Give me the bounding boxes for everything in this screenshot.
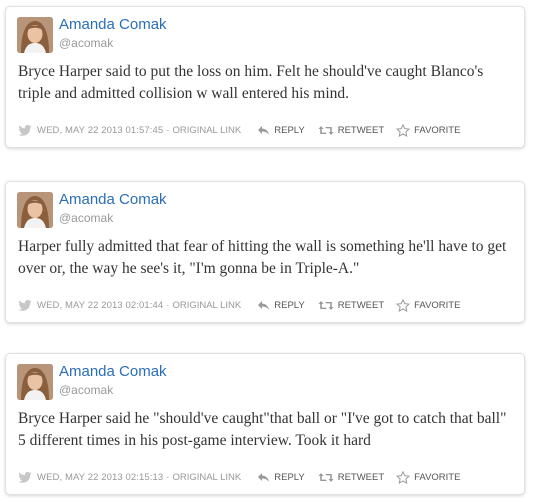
favorite-label: FAVORITE bbox=[414, 299, 461, 311]
author-handle: @acomak bbox=[59, 36, 114, 50]
reply-icon bbox=[258, 125, 270, 135]
favorite-button[interactable]: FAVORITE bbox=[396, 298, 461, 312]
author-name[interactable]: Amanda Comak bbox=[59, 16, 167, 33]
bird-icon bbox=[18, 124, 32, 136]
author-handle: @acomak bbox=[59, 383, 114, 397]
author-name[interactable]: Amanda Comak bbox=[59, 191, 167, 208]
tweet-text: Bryce Harper said he "should've caught"t… bbox=[18, 410, 507, 449]
tweet-card: Amanda Comak @acomak Bryce Harper said h… bbox=[5, 353, 525, 495]
retweet-label: RETWEET bbox=[337, 471, 385, 483]
bird-icon bbox=[18, 299, 32, 311]
separator: · bbox=[166, 299, 170, 311]
tweet-card: Amanda Comak @acomak Bryce Harper said t… bbox=[5, 6, 525, 148]
reply-icon bbox=[258, 472, 270, 482]
separator: · bbox=[166, 124, 170, 136]
reply-icon bbox=[258, 300, 270, 310]
star-icon bbox=[396, 298, 411, 312]
retweet-label: RETWEET bbox=[337, 124, 385, 136]
original-link[interactable]: ORIGINAL LINK bbox=[172, 125, 241, 136]
timestamp: WED, MAY 22 2013 02:01:44 bbox=[37, 299, 164, 311]
retweet-button[interactable]: RETWEET bbox=[318, 125, 384, 136]
avatar[interactable] bbox=[17, 17, 53, 53]
tweet-text: Bryce Harper said to put the loss on him… bbox=[18, 63, 484, 102]
original-link[interactable]: ORIGINAL LINK bbox=[172, 472, 241, 483]
timestamp: WED, MAY 22 2013 02:15:13 bbox=[37, 471, 164, 483]
reply-label: REPLY bbox=[274, 124, 305, 136]
author-handle: @acomak bbox=[59, 211, 114, 225]
tweet-meta: WED, MAY 22 2013 02:15:13 · ORIGINAL LIN… bbox=[18, 470, 460, 484]
retweet-button[interactable]: RETWEET bbox=[318, 300, 384, 311]
tweet-card: Amanda Comak @acomak Harper fully admitt… bbox=[5, 181, 525, 323]
favorite-button[interactable]: FAVORITE bbox=[396, 123, 461, 137]
retweet-button[interactable]: RETWEET bbox=[318, 472, 384, 483]
reply-button[interactable]: REPLY bbox=[257, 124, 305, 136]
star-icon bbox=[396, 123, 411, 137]
tweet-meta: WED, MAY 22 2013 01:57:45 · ORIGINAL LIN… bbox=[18, 123, 460, 137]
bird-icon bbox=[18, 471, 32, 483]
separator: · bbox=[166, 471, 170, 483]
retweet-icon bbox=[318, 125, 334, 135]
star-icon bbox=[396, 470, 411, 484]
reply-label: REPLY bbox=[274, 299, 305, 311]
favorite-label: FAVORITE bbox=[414, 471, 461, 483]
avatar[interactable] bbox=[17, 192, 53, 228]
timestamp: WED, MAY 22 2013 01:57:45 bbox=[37, 124, 164, 136]
author-name[interactable]: Amanda Comak bbox=[59, 363, 167, 380]
tweet-text: Harper fully admitted that fear of hitti… bbox=[18, 238, 507, 277]
favorite-button[interactable]: FAVORITE bbox=[396, 470, 461, 484]
favorite-label: FAVORITE bbox=[414, 124, 461, 136]
retweet-label: RETWEET bbox=[337, 299, 385, 311]
avatar[interactable] bbox=[17, 364, 53, 400]
original-link[interactable]: ORIGINAL LINK bbox=[172, 300, 241, 311]
reply-label: REPLY bbox=[274, 471, 305, 483]
retweet-icon bbox=[318, 300, 334, 310]
tweet-meta: WED, MAY 22 2013 02:01:44 · ORIGINAL LIN… bbox=[18, 298, 460, 312]
retweet-icon bbox=[318, 472, 334, 482]
reply-button[interactable]: REPLY bbox=[257, 299, 305, 311]
reply-button[interactable]: REPLY bbox=[257, 471, 305, 483]
